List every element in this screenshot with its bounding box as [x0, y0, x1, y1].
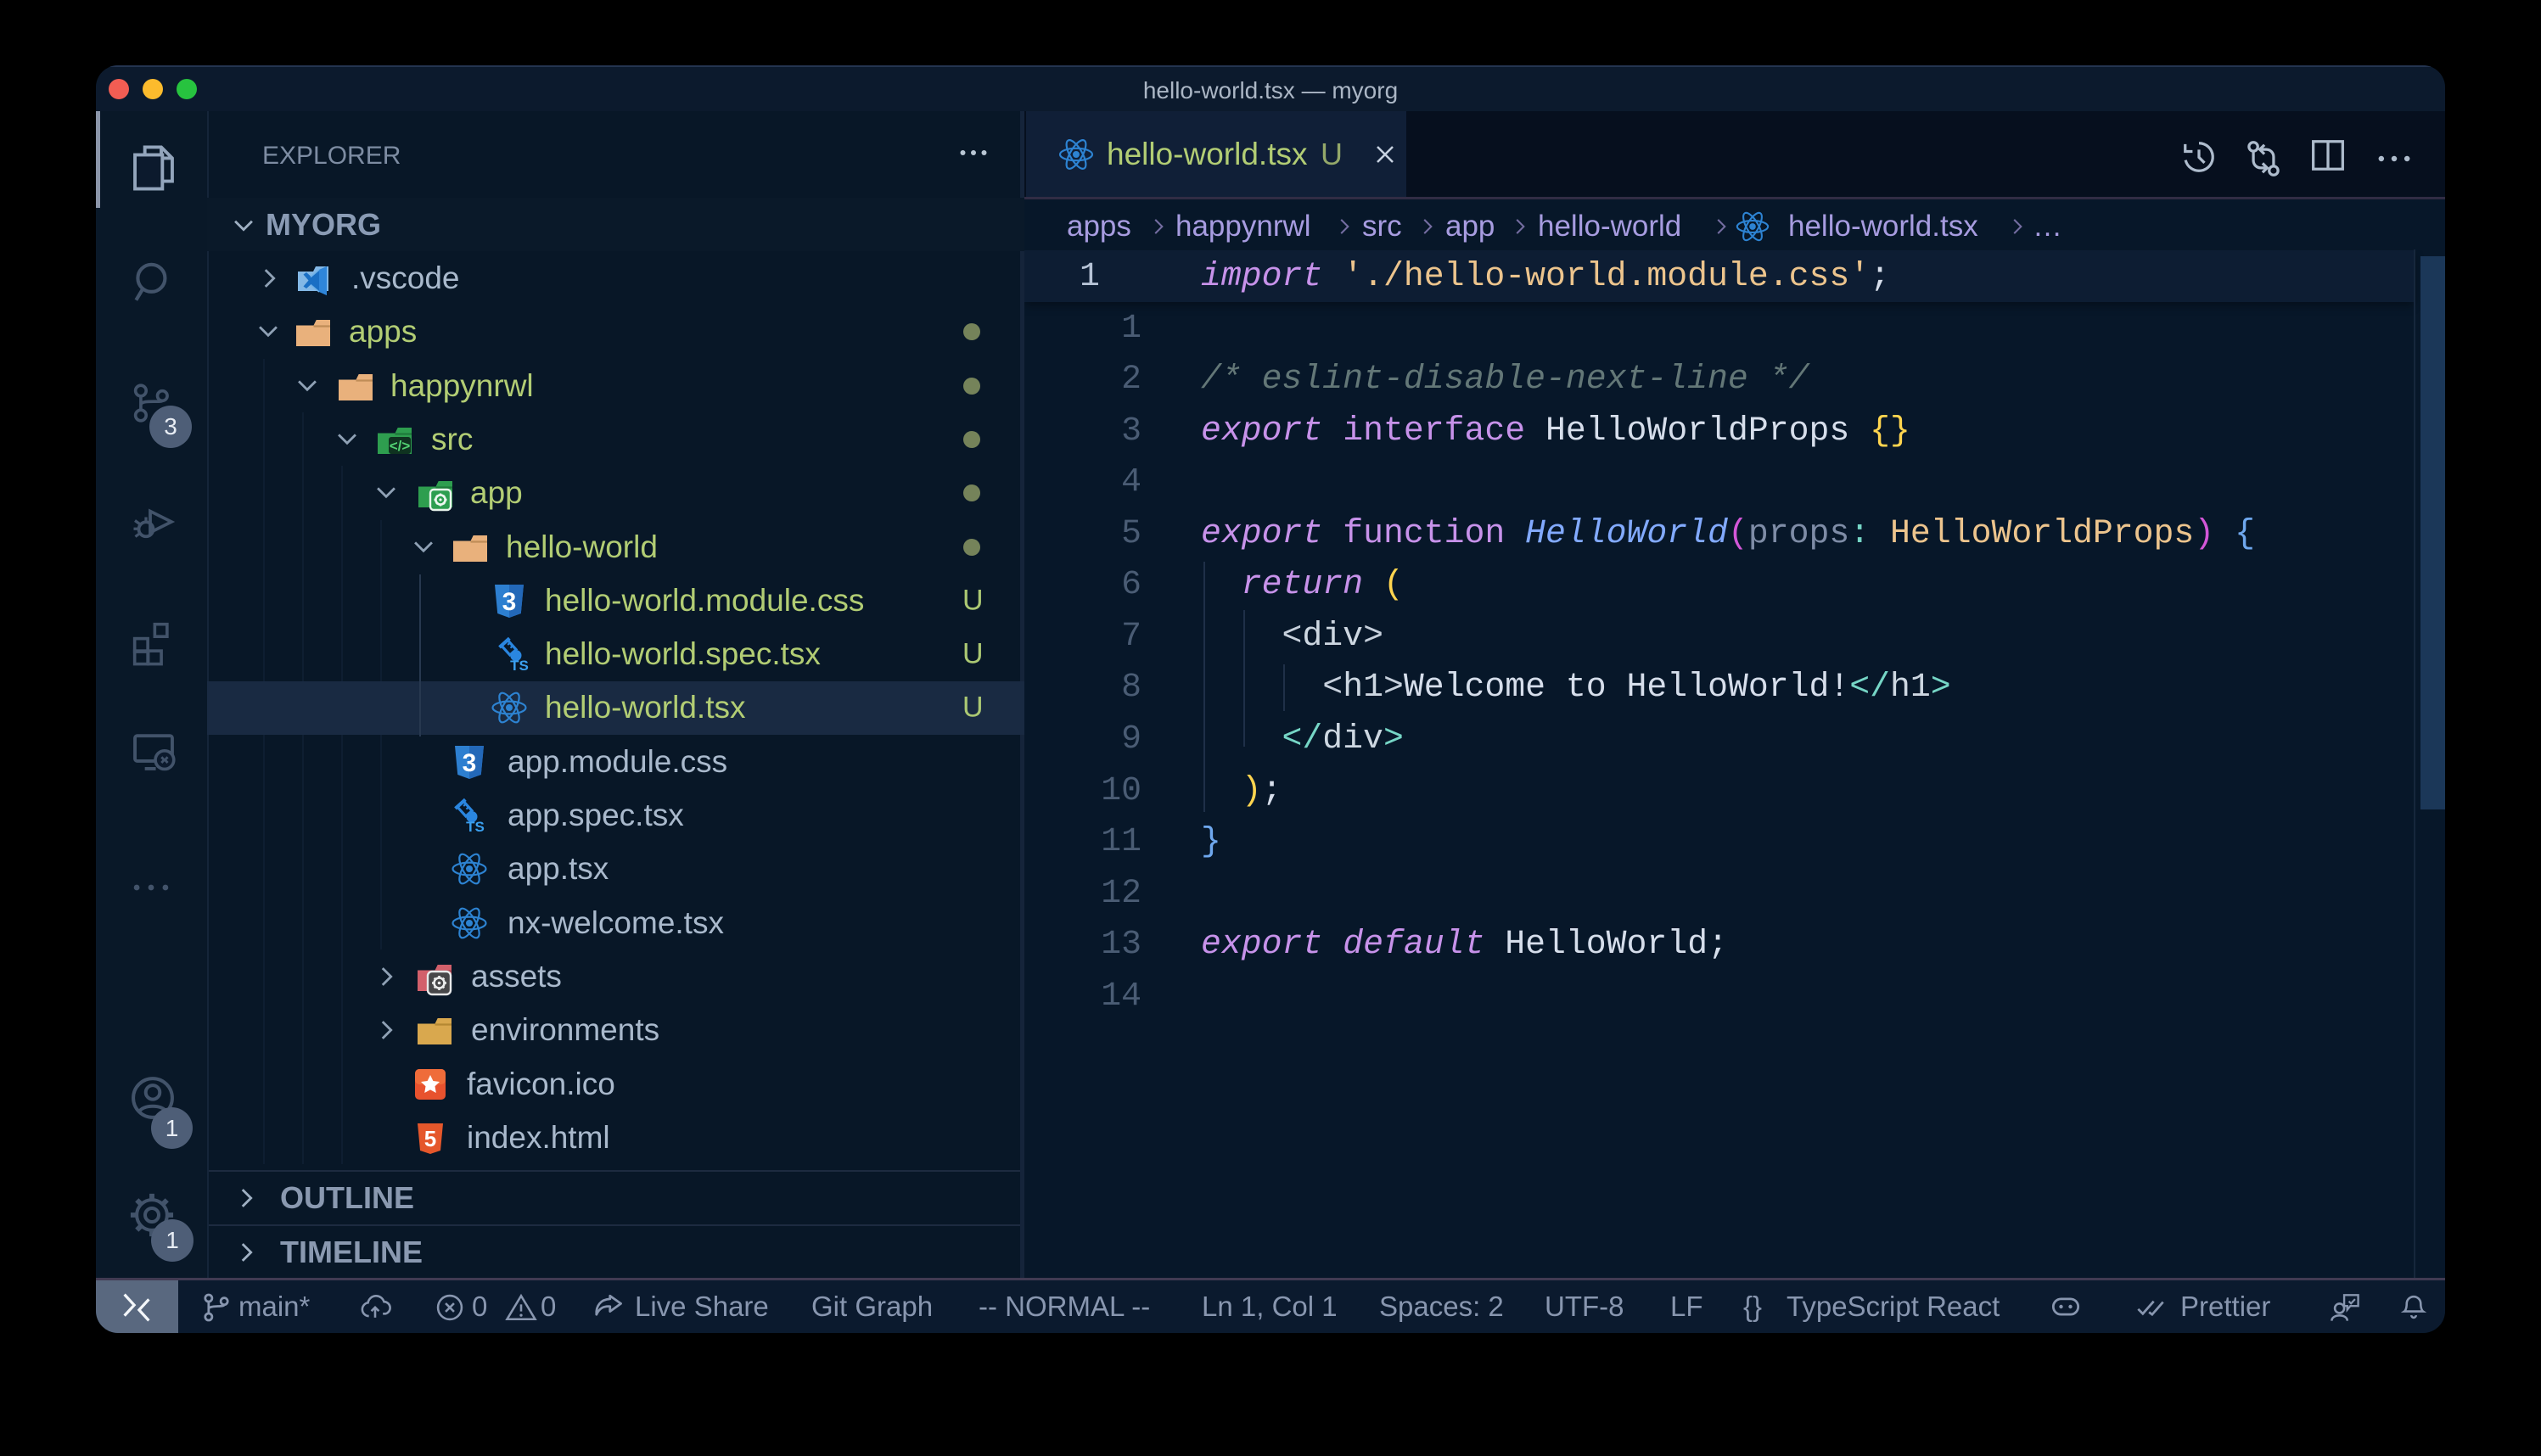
svg-text:</>: </>: [390, 438, 411, 454]
svg-text:TS: TS: [510, 658, 529, 674]
svg-text:5: 5: [424, 1126, 436, 1151]
svg-text:3: 3: [463, 749, 477, 777]
svg-text:3: 3: [502, 588, 517, 616]
svg-text:TS: TS: [466, 819, 485, 835]
